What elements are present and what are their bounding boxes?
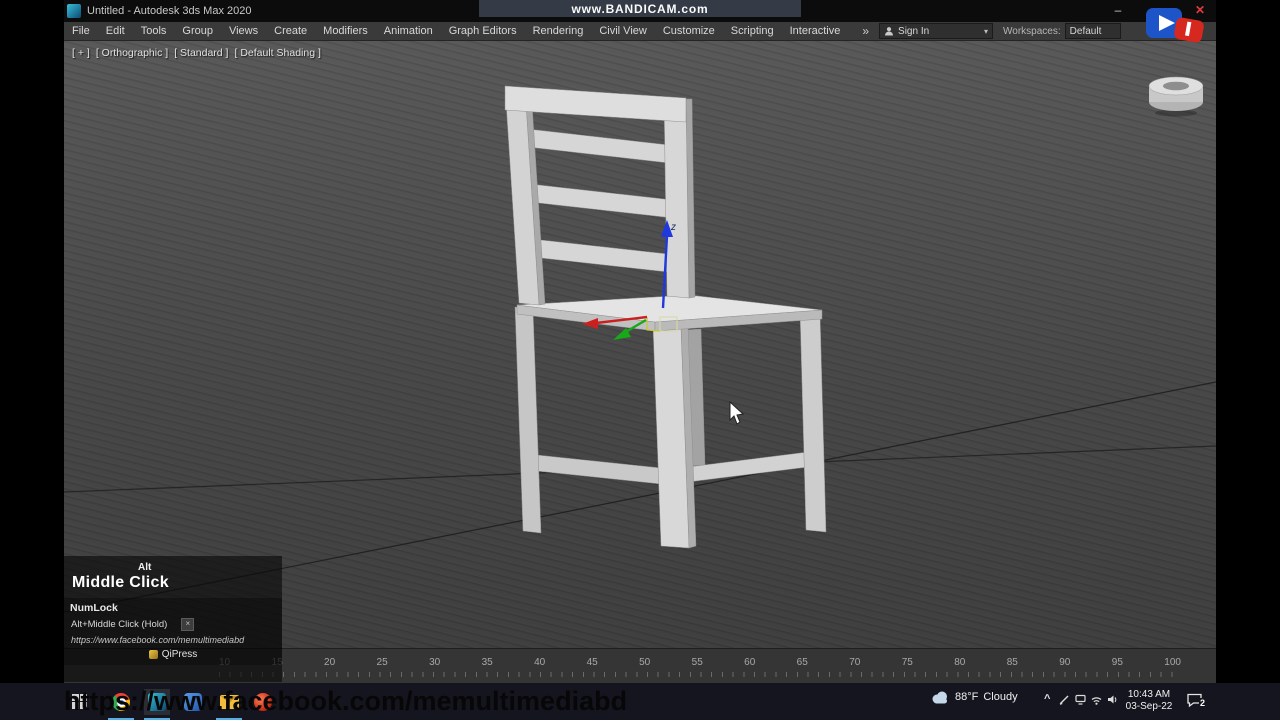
wifi-icon[interactable] (1090, 693, 1103, 711)
menu-modifiers[interactable]: Modifiers (315, 22, 376, 40)
qipress-app-name: QiPress (161, 649, 198, 660)
timeline-tick: 80 (954, 657, 966, 668)
menu-file[interactable]: File (64, 22, 98, 40)
qipress-app-row: QiPress (64, 649, 282, 660)
weather-temp: 88°F (955, 691, 979, 703)
window-title: Untitled - Autodesk 3ds Max 2020 (87, 5, 252, 17)
timeline-tick: 30 (429, 657, 441, 668)
timeline-tick: 25 (376, 657, 388, 668)
timeline-tick: 100 (1164, 657, 1181, 668)
timeline-tick: 70 (849, 657, 861, 668)
clock-time: 10:43 AM (1127, 689, 1171, 700)
3dsmax-app-icon (67, 4, 81, 18)
notification-badge: 2 (1199, 698, 1207, 708)
menu-bar: File Edit Tools Group Views Create Modif… (64, 22, 1216, 41)
menu-customize[interactable]: Customize (655, 22, 723, 40)
chair-stretcher-front[interactable] (687, 451, 809, 483)
menu-animation[interactable]: Animation (376, 22, 441, 40)
gizmo-z-label: z (670, 222, 676, 233)
menu-graph-editors[interactable]: Graph Editors (441, 22, 525, 40)
timeline-tick: 40 (534, 657, 546, 668)
qipress-history-panel: NumLock Alt+Middle Click (Hold) × https:… (64, 598, 282, 665)
menu-views[interactable]: Views (221, 22, 266, 40)
timeline-ruler: 10 15 20 25 30 35 40 45 50 55 60 65 70 7… (219, 657, 1181, 668)
timeline-tick: 45 (586, 657, 598, 668)
viewport-menu-general[interactable]: [ + ] (72, 47, 90, 59)
minimize-button[interactable]: – (1104, 0, 1132, 20)
qipress-modifier-key: Alt (138, 562, 152, 573)
menu-interactive[interactable]: Interactive (782, 22, 849, 40)
action-center-button[interactable]: 2 (1186, 692, 1207, 708)
viewport-menu-renderer[interactable]: [ Standard ] (174, 47, 228, 59)
timeline-tick: 60 (744, 657, 756, 668)
bandicam-watermark: www.BANDICAM.com (479, 0, 801, 17)
chair-leg-back-left[interactable] (514, 306, 542, 534)
qipress-action: Middle Click (72, 574, 169, 591)
mouse-cursor-icon (729, 400, 745, 425)
chair-back-slat-1[interactable] (518, 127, 670, 164)
menu-civil-view[interactable]: Civil View (591, 22, 654, 40)
cloud-icon (932, 691, 947, 704)
sign-in-button[interactable]: Sign In ▾ (879, 23, 994, 39)
clock-date: 03-Sep-22 (1125, 701, 1173, 712)
qipress-app-icon (148, 650, 158, 659)
pen-icon[interactable] (1058, 693, 1071, 711)
menu-edit[interactable]: Edit (98, 22, 133, 40)
weather-desc: Cloudy (983, 691, 1018, 703)
qipress-history-entry: Alt+Middle Click (Hold) (71, 619, 168, 630)
sign-in-label: Sign In (898, 25, 930, 37)
qipress-lock-key: NumLock (70, 602, 118, 614)
bandicam-logo-icon (1146, 4, 1208, 55)
viewport-menu-shading[interactable]: [ Default Shading ] (234, 47, 320, 59)
menu-create[interactable]: Create (266, 22, 315, 40)
network-icon[interactable] (1074, 693, 1087, 711)
qipress-history-row: Alt+Middle Click (Hold) × (71, 618, 282, 631)
volume-icon[interactable] (1106, 693, 1119, 711)
scene-tube-object[interactable] (1148, 76, 1204, 117)
viewport-label-row: [ + ] [ Orthographic ] [ Standard ] [ De… (72, 47, 321, 59)
timeline-tick: 95 (1111, 657, 1123, 668)
chair-back-post-right[interactable] (663, 96, 690, 299)
workspace-selector[interactable]: Default (1064, 23, 1121, 39)
viewport-menu-pov[interactable]: [ Orthographic ] (96, 47, 168, 59)
chair-back-slat-3[interactable] (522, 237, 678, 274)
timeline-tick: 85 (1006, 657, 1018, 668)
caret-down-icon: ▾ (984, 26, 989, 36)
menu-group[interactable]: Group (174, 22, 221, 40)
taskbar-clock[interactable]: 10:43 AM 03-Sep-22 (1120, 689, 1178, 713)
timeline-tickmarks (219, 672, 1181, 677)
workspaces-label: Workspaces: (1003, 25, 1061, 37)
timeline-tick: 90 (1059, 657, 1071, 668)
chair-leg-front-right[interactable] (799, 310, 827, 533)
timeline-tick: 35 (481, 657, 493, 668)
chair-back-slat-2[interactable] (520, 182, 674, 219)
weather-widget[interactable]: 88°F Cloudy (930, 690, 1018, 704)
chair-stretcher-left[interactable] (536, 454, 662, 485)
menu-tools[interactable]: Tools (133, 22, 175, 40)
tray-expand-chevron[interactable]: ^ (1044, 693, 1050, 705)
user-icon (885, 27, 894, 36)
menu-rendering[interactable]: Rendering (525, 22, 592, 40)
timeline-tick: 50 (639, 657, 651, 668)
qipress-close-icon[interactable]: × (181, 618, 195, 631)
qipress-url: https://www.facebook.com/memultimediabd (71, 635, 245, 645)
timeline-tick: 75 (901, 657, 913, 668)
timeline-tick: 55 (691, 657, 703, 668)
facebook-watermark: https://www.facebook.com/memultimediabd (64, 686, 628, 716)
timeline-tick: 65 (796, 657, 808, 668)
qipress-overlay: Alt Middle Click NumLock Alt+Middle Clic… (64, 556, 282, 682)
timeline-tick: 20 (324, 657, 336, 668)
workspace-value: Default (1069, 25, 1102, 37)
menu-overflow-chevron[interactable]: » (862, 24, 869, 38)
menu-scripting[interactable]: Scripting (723, 22, 782, 40)
